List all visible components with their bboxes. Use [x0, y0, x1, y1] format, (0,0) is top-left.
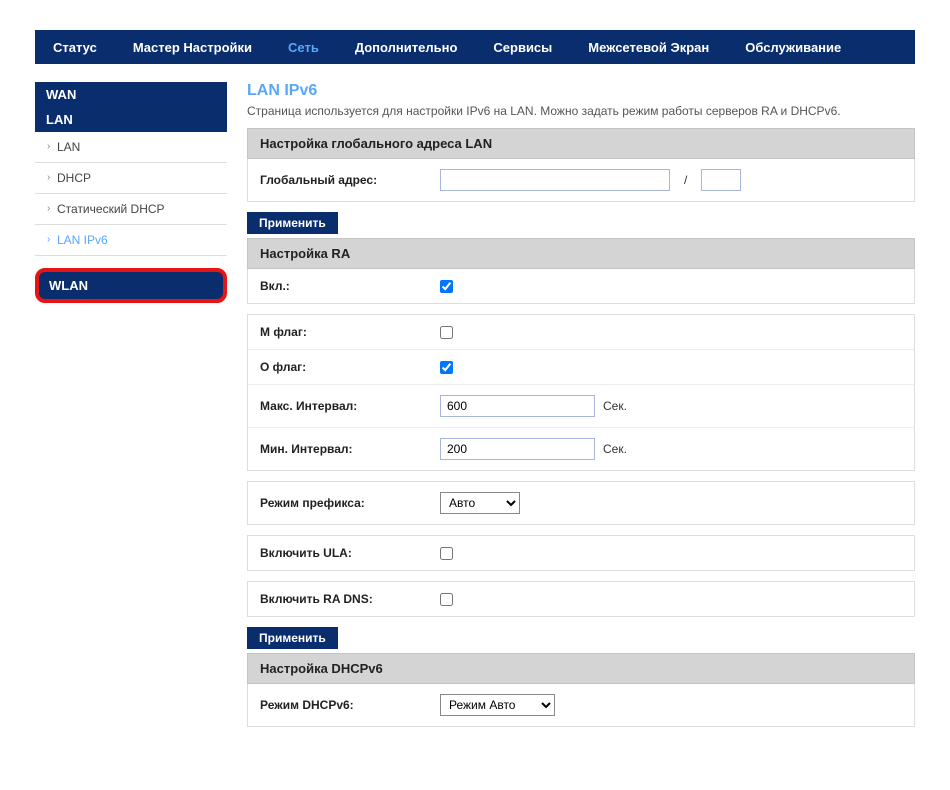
prefix-mode-label: Режим префикса:	[260, 496, 440, 510]
max-interval-label: Макс. Интервал:	[260, 399, 440, 413]
sidebar-wan-header[interactable]: WAN	[35, 82, 227, 107]
sidebar-item-dhcp[interactable]: DHCP	[35, 163, 227, 194]
nav-wizard[interactable]: Мастер Настройки	[115, 30, 270, 64]
min-interval-unit: Сек.	[603, 442, 627, 456]
panel-prefix-mode: Режим префикса: Авто	[247, 481, 915, 525]
global-address-label: Глобальный адрес:	[260, 173, 440, 187]
nav-services[interactable]: Сервисы	[475, 30, 570, 64]
dhcpv6-mode-label: Режим DHCPv6:	[260, 698, 440, 712]
page-desc: Страница используется для настройки IPv6…	[247, 104, 915, 118]
apply-button-2[interactable]: Применить	[247, 627, 338, 649]
nav-maintenance[interactable]: Обслуживание	[727, 30, 859, 64]
prefix-mode-select[interactable]: Авто	[440, 492, 520, 514]
min-interval-input[interactable]	[440, 438, 595, 460]
panel-ula: Включить ULA:	[247, 535, 915, 571]
ula-label: Включить ULA:	[260, 546, 440, 560]
sidebar-item-lan[interactable]: LAN	[35, 132, 227, 163]
top-nav: Статус Мастер Настройки Сеть Дополнитель…	[35, 30, 915, 64]
m-flag-checkbox[interactable]	[440, 326, 453, 339]
ula-checkbox[interactable]	[440, 547, 453, 560]
ra-enable-checkbox[interactable]	[440, 280, 453, 293]
slash-separator: /	[678, 173, 693, 187]
nav-firewall[interactable]: Межсетевой Экран	[570, 30, 727, 64]
section-ra: Настройка RA	[247, 238, 915, 269]
nav-status[interactable]: Статус	[35, 30, 115, 64]
panel-ra-enable: Вкл.:	[247, 269, 915, 304]
sidebar-item-static-dhcp[interactable]: Статический DHCP	[35, 194, 227, 225]
ra-dns-checkbox[interactable]	[440, 593, 453, 606]
section-global-address: Настройка глобального адреса LAN	[247, 128, 915, 159]
panel-ra-dns: Включить RA DNS:	[247, 581, 915, 617]
sidebar-item-lan-ipv6[interactable]: LAN IPv6	[35, 225, 227, 256]
dhcpv6-mode-select[interactable]: Режим Авто	[440, 694, 555, 716]
apply-button-1[interactable]: Применить	[247, 212, 338, 234]
panel-dhcpv6: Режим DHCPv6: Режим Авто	[247, 684, 915, 727]
panel-global-address: Глобальный адрес: /	[247, 159, 915, 202]
min-interval-label: Мин. Интервал:	[260, 442, 440, 456]
ra-dns-label: Включить RA DNS:	[260, 592, 440, 606]
o-flag-label: O флаг:	[260, 360, 440, 374]
o-flag-checkbox[interactable]	[440, 361, 453, 374]
sidebar-wlan-header[interactable]: WLAN	[35, 268, 227, 303]
page-title: LAN IPv6	[247, 82, 915, 100]
ra-enable-label: Вкл.:	[260, 279, 440, 293]
global-address-input[interactable]	[440, 169, 670, 191]
m-flag-label: M флаг:	[260, 325, 440, 339]
max-interval-input[interactable]	[440, 395, 595, 417]
global-prefix-input[interactable]	[701, 169, 741, 191]
nav-advanced[interactable]: Дополнительно	[337, 30, 476, 64]
panel-ra-flags: M флаг: O флаг: Макс. Интервал: Сек. Мин…	[247, 314, 915, 471]
max-interval-unit: Сек.	[603, 399, 627, 413]
nav-network[interactable]: Сеть	[270, 30, 337, 64]
sidebar-lan-header[interactable]: LAN	[35, 107, 227, 132]
section-dhcpv6: Настройка DHCPv6	[247, 653, 915, 684]
sidebar: WAN LAN LAN DHCP Статический DHCP LAN IP…	[35, 82, 227, 737]
main-content: LAN IPv6 Страница используется для настр…	[247, 82, 915, 737]
